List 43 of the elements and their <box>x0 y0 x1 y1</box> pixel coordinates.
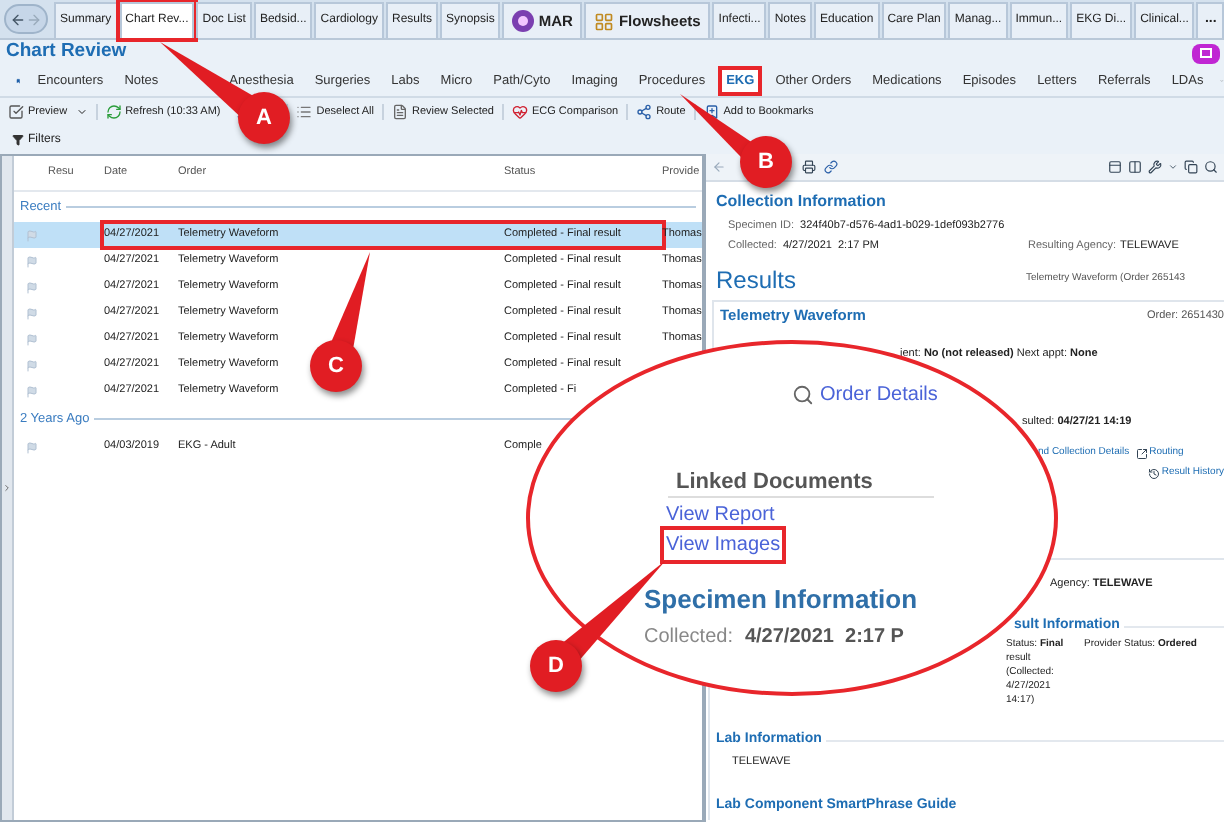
order-details-link[interactable]: Order Details <box>820 379 938 409</box>
document-link[interactable]: View Images <box>664 529 783 559</box>
callout-badge: A <box>238 92 290 144</box>
dropdown-caret-icon[interactable] <box>1168 162 1178 172</box>
heart-icon <box>511 104 528 120</box>
document-icon <box>392 104 408 120</box>
back-arrow-icon[interactable] <box>712 160 726 174</box>
linked-documents-heading: Linked Documents <box>676 467 873 498</box>
grid-icon <box>594 11 615 31</box>
history-icon <box>1147 468 1160 480</box>
routing-icon <box>1135 448 1148 460</box>
flag-icon[interactable] <box>26 307 38 319</box>
flag-icon[interactable] <box>26 281 38 293</box>
copy-icon[interactable] <box>1184 160 1198 174</box>
search-icon <box>792 383 814 405</box>
flag-icon[interactable] <box>26 441 38 453</box>
collected-label: Collected: <box>644 624 733 652</box>
flag-icon[interactable] <box>26 333 38 345</box>
print-icon[interactable] <box>802 160 816 174</box>
document-link[interactable]: View Report <box>664 499 777 529</box>
columns-icon[interactable] <box>1128 160 1142 174</box>
flag-icon[interactable] <box>26 385 38 397</box>
specimen-heading: Specimen Information <box>644 581 918 618</box>
dropdown-caret-icon <box>75 106 88 118</box>
checkbox-icon <box>8 104 24 120</box>
panel-button[interactable] <box>1192 43 1220 63</box>
flag-icon[interactable] <box>26 359 38 371</box>
back-arrow-icon[interactable] <box>10 11 26 27</box>
bookmark-plus-icon <box>703 104 720 120</box>
collected-value: 4/27/2021 2:17 P <box>744 624 904 652</box>
refresh-icon <box>105 104 122 120</box>
results-heading: Results <box>716 264 799 298</box>
settings-icon[interactable] <box>1148 160 1162 174</box>
filter-icon <box>12 134 24 146</box>
flag-icon[interactable] <box>26 255 38 267</box>
list-icon <box>296 104 313 120</box>
link-icon[interactable] <box>824 160 838 174</box>
page-title: Chart Review <box>6 38 127 67</box>
share-icon <box>636 104 653 120</box>
section-heading: Collection Information <box>716 190 886 214</box>
circle-logo-icon <box>512 10 535 32</box>
search-icon[interactable] <box>1204 160 1218 174</box>
layout-icon[interactable] <box>1108 160 1122 174</box>
